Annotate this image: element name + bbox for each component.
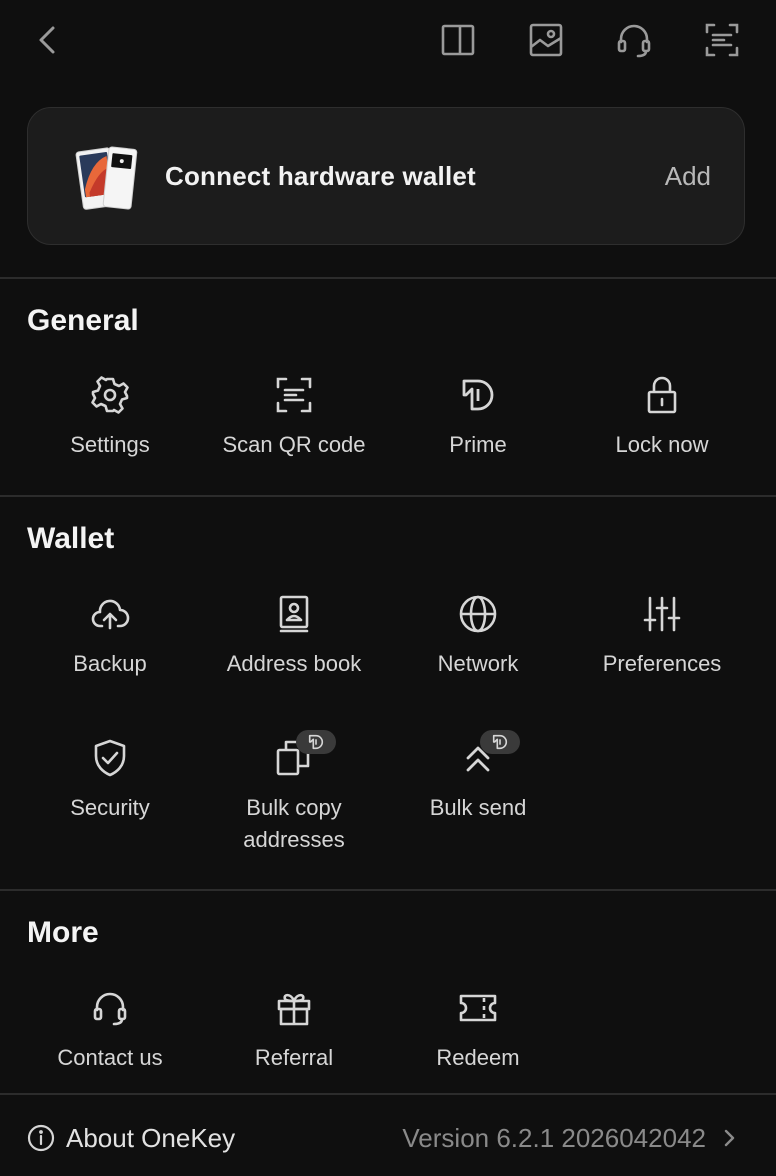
gear-icon [91, 376, 129, 414]
section-title-general: General [27, 304, 139, 337]
image-gallery-button[interactable] [520, 14, 572, 66]
menu-item-label: Backup [73, 651, 147, 676]
globe-icon [459, 595, 497, 633]
prime-icon [462, 379, 494, 411]
menu-item-label: Address book [226, 651, 362, 676]
menu-item-address-book[interactable]: Address book [202, 594, 386, 724]
menu-item-label: Scan QR code [222, 432, 366, 457]
menu-item-label: Prime [449, 432, 507, 457]
version-text: Version 6.2.1 2026042042 [402, 1123, 706, 1153]
section-title-wallet: Wallet [27, 522, 115, 555]
divider [0, 277, 776, 279]
shield-check-icon [94, 739, 126, 777]
scan-icon [276, 377, 312, 413]
sidebar-layout-button[interactable] [432, 14, 484, 66]
divider [0, 889, 776, 891]
headset-icon [617, 24, 651, 58]
section-title-more: More [27, 916, 99, 949]
menu-item-network[interactable]: Network [386, 594, 570, 724]
support-button[interactable] [608, 14, 660, 66]
menu-item-bulk-send[interactable]: Bulk send [386, 730, 570, 868]
menu-item-label: Referral [254, 1045, 334, 1070]
prime-icon [308, 734, 324, 750]
divider [0, 495, 776, 497]
menu-item-label: Lock now [615, 432, 709, 457]
menu-item-settings[interactable]: Settings [18, 375, 202, 505]
prime-icon [492, 734, 508, 750]
menu-item-security[interactable]: Security [18, 738, 202, 868]
scan-icon [705, 23, 739, 57]
menu-item-label: Network [437, 651, 519, 676]
scan-button[interactable] [696, 14, 748, 66]
connect-hardware-wallet-card[interactable]: Connect hardware wallet Add [27, 107, 745, 245]
lock-icon [647, 376, 677, 414]
sidebar-layout-icon [441, 24, 475, 56]
cloud-upload-icon [91, 599, 130, 630]
top-bar [0, 0, 776, 80]
menu-item-label: Bulk send [429, 795, 527, 820]
gift-icon [277, 993, 311, 1026]
menu-item-label: Preferences [602, 651, 722, 676]
image-gallery-icon [529, 23, 563, 57]
menu-item-lock-now[interactable]: Lock now [570, 375, 754, 505]
info-icon [27, 1124, 55, 1152]
menu-item-backup[interactable]: Backup [18, 594, 202, 724]
prime-badge [480, 730, 520, 754]
menu-item-label: Security [70, 795, 150, 820]
chevron-left-icon [39, 26, 55, 54]
sliders-icon [643, 596, 681, 632]
menu-item-bulk-copy-addresses[interactable]: Bulk copy addresses [202, 730, 386, 868]
chevron-right-icon [724, 1129, 735, 1147]
menu-item-preferences[interactable]: Preferences [570, 594, 754, 724]
menu-item-label: Contact us [57, 1045, 163, 1070]
about-onekey-row[interactable]: About OneKey Version 6.2.1 2026042042 [0, 1095, 776, 1176]
prime-badge [296, 730, 336, 754]
menu-item-label: Redeem [436, 1045, 520, 1070]
ticket-icon [459, 994, 497, 1022]
menu-item-scan-qr-code[interactable]: Scan QR code [202, 375, 386, 505]
hardware-wallet-illustration [75, 146, 138, 210]
back-button[interactable] [22, 14, 74, 66]
menu-item-label: Bulk copy addresses [243, 795, 345, 852]
contact-book-icon [279, 595, 309, 633]
connect-hardware-wallet-title: Connect hardware wallet [165, 161, 476, 191]
add-hardware-wallet-button[interactable]: Add [665, 161, 711, 192]
menu-item-label: Settings [70, 432, 150, 457]
headset-icon [93, 992, 127, 1026]
about-onekey-label: About OneKey [66, 1123, 236, 1153]
menu-item-prime[interactable]: Prime [386, 375, 570, 505]
